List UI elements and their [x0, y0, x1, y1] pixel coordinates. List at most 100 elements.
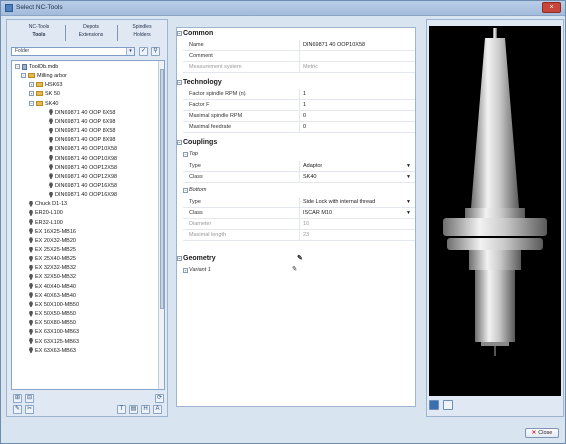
expand-icon[interactable]: + — [183, 268, 188, 273]
filter-icon[interactable]: ⚲ — [151, 47, 160, 56]
subcategory-bottom[interactable]: − Bottom — [183, 186, 415, 195]
tab-nc-tools[interactable]: NC-Tools — [17, 24, 61, 30]
tree-node-tool[interactable]: EX 50X80-MB50 — [29, 319, 76, 328]
tree-node-tool[interactable]: DIN69871 40 OOP16X98 — [49, 191, 117, 200]
edit-icon[interactable]: ✎ — [13, 405, 22, 414]
collapse-icon[interactable]: − — [15, 64, 20, 70]
tree-node-tool[interactable]: EX 63X125-MB63 — [29, 338, 79, 347]
tree-node-folder[interactable]: + HSK63 — [29, 81, 62, 90]
prop-row-top-type[interactable]: Type Adaptor ▼ — [183, 161, 415, 172]
pencil-icon[interactable]: ✎ — [291, 265, 297, 274]
tree-node-tool[interactable]: DIN69871 40 OOP 6X58 — [49, 109, 115, 118]
category-technology[interactable]: − Technology — [177, 78, 415, 88]
prop-row-max-rpm[interactable]: Maximal spindle RPM 0 — [183, 111, 415, 122]
collapse-icon[interactable]: − — [177, 256, 182, 261]
comment-field[interactable] — [299, 51, 413, 62]
prop-row-factor-f[interactable]: Factor F 1 — [183, 100, 415, 111]
tree-scrollbar[interactable] — [158, 61, 164, 389]
prop-row-bottom-type[interactable]: Type Side Lock with internal thread ▼ — [183, 197, 415, 208]
delete-icon[interactable]: ✂ — [25, 405, 34, 414]
collapse-icon[interactable]: − — [29, 100, 34, 106]
database-icon[interactable]: ▤ — [129, 405, 138, 414]
category-geometry[interactable]: − Geometry ✎ — [177, 254, 415, 264]
category-common[interactable]: − Common — [177, 29, 415, 39]
tree-node-tool[interactable]: ER20-L100 — [29, 209, 63, 218]
subcategory-top[interactable]: − Top — [183, 150, 415, 159]
tree-node-tool[interactable]: DIN69871 40 OOP 8X98 — [49, 136, 115, 145]
factor-f-field[interactable]: 1 — [299, 100, 413, 111]
tree-node-tool[interactable]: EX 63X100-MB63 — [29, 328, 79, 337]
tree-node-tool[interactable]: EX 50X100-MB50 — [29, 301, 79, 310]
tree-node-tool[interactable]: EX 25X40-MB25 — [29, 255, 76, 264]
tool-view-icon[interactable]: T — [117, 405, 126, 414]
tree-node-tool[interactable]: EX 32X32-MB32 — [29, 264, 76, 273]
collapse-icon[interactable]: − — [21, 73, 26, 79]
tree-node-tool[interactable]: DIN69871 40 OOP12X98 — [49, 173, 117, 182]
collapse-icon[interactable]: − — [183, 152, 188, 157]
prop-row-top-class[interactable]: Class SK40 ▼ — [183, 172, 415, 183]
refresh-icon[interactable]: ⟳ — [155, 394, 164, 403]
tree-node-tool[interactable]: EX 25X25-MB25 — [29, 246, 76, 255]
tab-depots[interactable]: Depots — [69, 24, 113, 30]
subcategory-variant[interactable]: + Variant 1 ✎ — [183, 266, 415, 275]
prop-row-comment[interactable]: Comment — [183, 51, 415, 62]
tree-node-tool[interactable]: DIN69871 40 OOP16X58 — [49, 182, 117, 191]
max-rpm-field[interactable]: 0 — [299, 111, 413, 122]
tab-tools[interactable]: Tools — [17, 32, 61, 38]
bottom-type-select[interactable]: Side Lock with internal thread ▼ — [299, 197, 413, 208]
tab-spindles[interactable]: Spindles — [121, 24, 163, 30]
tree-node-folder[interactable]: + SK 50 — [29, 90, 60, 99]
adaptor-view-icon[interactable]: A — [153, 405, 162, 414]
prop-row-name[interactable]: Name DIN69871 40 OOP10X58 — [183, 40, 415, 51]
collapse-icon[interactable]: − — [183, 188, 188, 193]
tree-node-tool[interactable]: EX 50X50-MB50 — [29, 310, 76, 319]
tree-node-root[interactable]: − ToolDb.mdb — [15, 63, 58, 72]
tree-node-tool[interactable]: DIN69871 40 OOP10X58 — [49, 145, 117, 154]
tool-3d-preview[interactable] — [429, 26, 561, 396]
tree-node-group[interactable]: − Milling arbor — [21, 72, 67, 81]
prop-row-max-feedrate[interactable]: Maximal feedrate 0 — [183, 122, 415, 133]
holder-view-toggle-icon[interactable] — [443, 400, 453, 410]
chevron-down-icon[interactable]: ▼ — [406, 161, 411, 172]
tab-holders[interactable]: Holders — [121, 32, 163, 38]
max-feedrate-field[interactable]: 0 — [299, 122, 413, 133]
chevron-down-icon[interactable]: ▾ — [126, 48, 134, 55]
tree-scrollbar-thumb[interactable] — [160, 69, 164, 309]
factor-rpm-field[interactable]: 1 — [299, 89, 413, 100]
tree-node-tool[interactable]: ER32-L100 — [29, 219, 63, 228]
collapse-icon[interactable]: − — [177, 80, 182, 85]
tree-node-tool[interactable]: DIN69871 40 OOP10X98 — [49, 155, 117, 164]
category-couplings[interactable]: − Couplings — [177, 138, 415, 148]
expand-icon[interactable]: + — [29, 82, 34, 88]
tree-node-tool[interactable]: Chuck D1-13 — [29, 200, 67, 209]
collapse-icon[interactable]: − — [177, 140, 182, 145]
tree-node-tool[interactable]: EX 32X50-MB32 — [29, 273, 76, 282]
tool-tree[interactable]: − ToolDb.mdb − Milling arbor + HSK63 + SK 50− SK… — [11, 60, 165, 390]
expand-all-icon[interactable]: ⊞ — [13, 394, 22, 403]
tree-node-folder[interactable]: − SK40 — [29, 100, 58, 109]
tree-node-tool[interactable]: EX 20X32-MB20 — [29, 237, 76, 246]
collapse-icon[interactable]: − — [177, 31, 182, 36]
tool-view-toggle-icon[interactable] — [429, 400, 439, 410]
tree-node-tool[interactable]: EX 16X25-MB16 — [29, 228, 76, 237]
tree-node-tool[interactable]: EX 40X63-MB40 — [29, 292, 76, 301]
collapse-all-icon[interactable]: ⊟ — [25, 394, 34, 403]
prop-row-factor-rpm[interactable]: Factor spindle RPM (n) 1 — [183, 89, 415, 100]
tree-node-tool[interactable]: DIN69871 40 OOP 6X98 — [49, 118, 115, 127]
chevron-down-icon[interactable]: ▼ — [406, 208, 411, 219]
check-icon[interactable]: ✓ — [139, 47, 148, 56]
tree-node-tool[interactable]: EX 63X63-MB63 — [29, 347, 76, 356]
chevron-down-icon[interactable]: ▼ — [406, 197, 411, 208]
holder-view-icon[interactable]: H — [141, 405, 150, 414]
pencil-icon[interactable]: ✎ — [297, 254, 303, 264]
top-type-select[interactable]: Adaptor ▼ — [299, 161, 413, 172]
tree-node-tool[interactable]: EX 40X40-MB40 — [29, 283, 76, 292]
filter-dropdown[interactable]: Folder ▾ — [11, 47, 135, 56]
name-field[interactable]: DIN69871 40 OOP10X58 — [299, 40, 413, 51]
tab-extensions[interactable]: Extensions — [69, 32, 113, 38]
tree-node-tool[interactable]: DIN69871 40 OOP12X58 — [49, 164, 117, 173]
bottom-class-select[interactable]: ISCAR M10 ▼ — [299, 208, 413, 219]
close-button[interactable]: ✕ Close — [525, 428, 559, 438]
top-class-select[interactable]: SK40 ▼ — [299, 172, 413, 183]
prop-row-bottom-class[interactable]: Class ISCAR M10 ▼ — [183, 208, 415, 219]
